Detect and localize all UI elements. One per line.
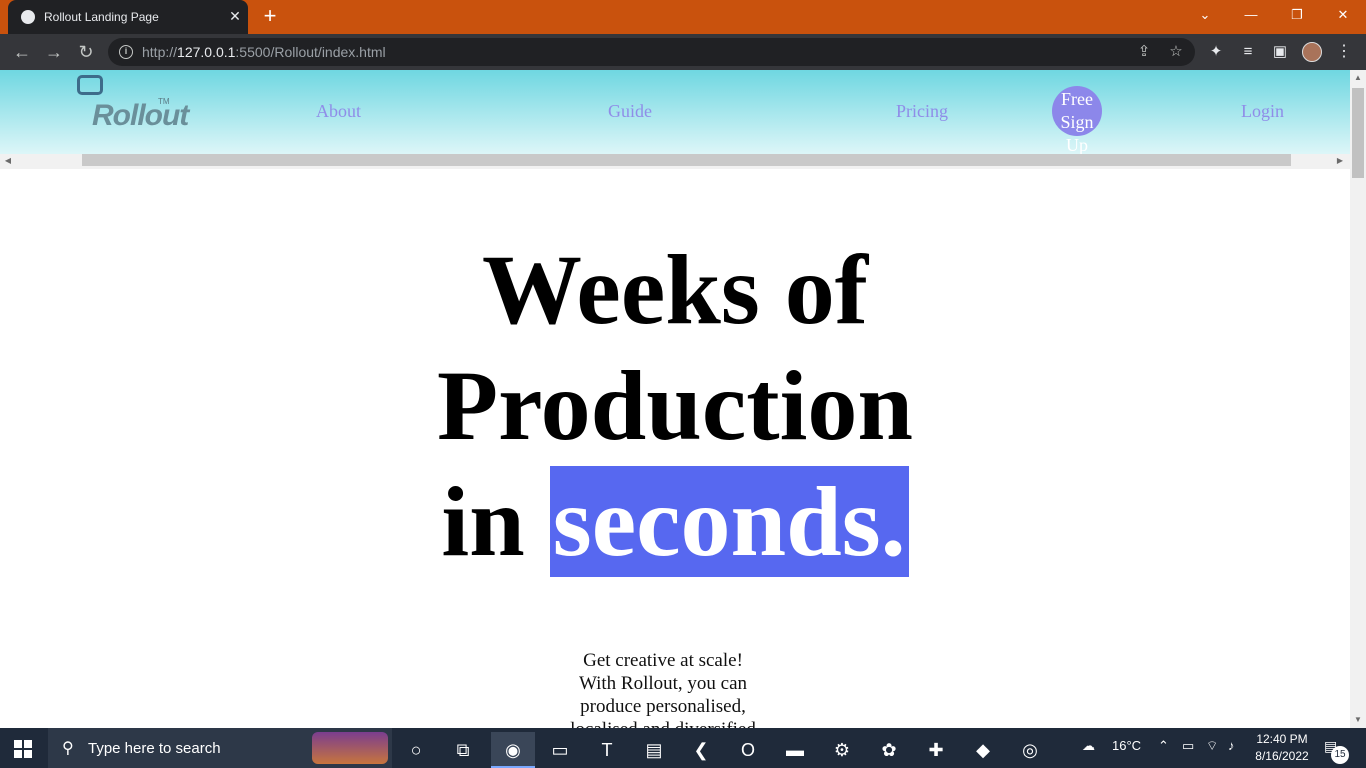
tab-search-dropdown-icon[interactable]: ⌄ xyxy=(1182,0,1228,30)
browser-toolbar: ← → ↻ i http://127.0.0.1:5500/Rollout/in… xyxy=(0,34,1366,70)
restore-button[interactable]: ❐ xyxy=(1274,0,1320,30)
nav-guide-link[interactable]: Guide xyxy=(608,101,652,122)
file-explorer-icon[interactable]: ▭ xyxy=(538,732,582,768)
windows-taskbar: ⚲ Type here to search ○ ⧉ ◉ ▭ T ▤ ❮ O ▬ … xyxy=(0,728,1366,768)
vertical-scroll-thumb[interactable] xyxy=(1352,88,1364,178)
hero-highlight: seconds. xyxy=(549,466,909,577)
hero-heading: Weeks of Production in seconds. xyxy=(0,232,1350,580)
profile-avatar[interactable] xyxy=(1302,42,1322,62)
forward-button[interactable]: → xyxy=(42,40,66,64)
new-tab-button[interactable]: + xyxy=(258,5,282,29)
search-icon: ⚲ xyxy=(62,740,74,757)
globe-icon xyxy=(21,10,35,24)
browser-tab-active[interactable]: Rollout Landing Page ✕ xyxy=(8,0,248,34)
weather-icon[interactable]: ☁ xyxy=(1082,738,1095,754)
wifi-icon[interactable]: ⌔ xyxy=(1206,738,1218,754)
hero-subtext: Get creative at scale! With Rollout, you… xyxy=(570,650,756,728)
page-viewport: Rollout TM About Guide Pricing Free Sign… xyxy=(0,70,1350,728)
xampp-icon[interactable]: ✿ xyxy=(867,732,911,768)
scroll-left-arrow-icon[interactable]: ◀ xyxy=(2,155,14,167)
scroll-up-arrow-icon[interactable]: ▲ xyxy=(1352,72,1364,84)
scroll-down-arrow-icon[interactable]: ▼ xyxy=(1352,714,1364,726)
nav-login-link[interactable]: Login xyxy=(1241,101,1284,122)
extensions-icon[interactable]: ✦ xyxy=(1204,40,1228,64)
search-placeholder: Type here to search xyxy=(88,740,221,757)
site-header: Rollout TM About Guide Pricing Free Sign… xyxy=(0,70,1350,157)
slack-icon[interactable]: ✚ xyxy=(914,732,958,768)
close-window-button[interactable]: ✕ xyxy=(1320,0,1366,30)
site-info-icon[interactable]: i xyxy=(119,45,133,59)
clock-date: 8/16/2022 xyxy=(1255,749,1309,763)
news-icon[interactable]: ▤ xyxy=(632,732,676,768)
tray-overflow-icon[interactable]: ⌃ xyxy=(1158,738,1169,754)
rollout-logo[interactable]: Rollout TM xyxy=(74,75,189,147)
windows-start-icon[interactable] xyxy=(14,740,32,758)
terminal-icon[interactable]: ▬ xyxy=(773,732,817,768)
hero-line-3: in seconds. xyxy=(0,464,1350,580)
cortana-icon[interactable]: ○ xyxy=(394,732,438,768)
logo-trademark: TM xyxy=(158,97,170,106)
battery-icon[interactable]: ▭ xyxy=(1182,738,1194,754)
notification-count-badge: 15 xyxy=(1331,746,1349,764)
scroll-right-arrow-icon[interactable]: ▶ xyxy=(1334,155,1346,167)
outlook-icon[interactable]: O xyxy=(726,732,770,768)
logo-mark-icon xyxy=(77,75,103,95)
vertical-scrollbar[interactable]: ▲ ▼ xyxy=(1350,70,1366,728)
hero-line-2: Production xyxy=(437,350,913,461)
minimize-button[interactable]: — xyxy=(1228,0,1274,30)
reload-button[interactable]: ↻ xyxy=(74,40,98,64)
tab-close-icon[interactable]: ✕ xyxy=(227,7,243,25)
system-clock[interactable]: 12:40 PM 8/16/2022 xyxy=(1244,731,1320,765)
vscode-icon[interactable]: ❮ xyxy=(679,732,723,768)
teams-icon[interactable]: T xyxy=(585,732,629,768)
virtualbox-icon[interactable]: ◆ xyxy=(961,732,1005,768)
chrome-taskbar-icon[interactable]: ◉ xyxy=(491,732,535,768)
media-control-icon[interactable]: ≡ xyxy=(1236,40,1260,64)
free-signup-label[interactable]: Free Sign Up xyxy=(1052,88,1102,157)
logo-text: Rollout xyxy=(92,99,189,132)
search-highlight-image[interactable] xyxy=(312,732,388,764)
url-text[interactable]: http://127.0.0.1:5500/Rollout/index.html xyxy=(142,44,386,60)
clock-time: 12:40 PM xyxy=(1256,732,1308,746)
volume-icon[interactable]: ♪ xyxy=(1228,738,1235,753)
hero-line-1: Weeks of xyxy=(481,234,869,345)
task-view-icon[interactable]: ⧉ xyxy=(441,732,485,768)
taskbar-search[interactable]: ⚲ Type here to search xyxy=(48,728,392,768)
screen-recorder-icon[interactable]: ◎ xyxy=(1008,732,1052,768)
nav-about-link[interactable]: About xyxy=(316,101,361,122)
back-button[interactable]: ← xyxy=(10,40,34,64)
side-panel-icon[interactable]: ▣ xyxy=(1268,40,1292,64)
nav-pricing-link[interactable]: Pricing xyxy=(896,101,948,122)
browser-titlebar: Rollout Landing Page ✕ + ⌄ — ❐ ✕ xyxy=(0,0,1366,34)
tab-title: Rollout Landing Page xyxy=(44,10,159,24)
bookmark-star-icon[interactable]: ☆ xyxy=(1166,42,1186,62)
address-bar[interactable]: i http://127.0.0.1:5500/Rollout/index.ht… xyxy=(108,38,1195,66)
browser-menu-icon[interactable]: ⋮ xyxy=(1336,40,1352,64)
horizontal-scroll-thumb[interactable] xyxy=(82,154,1291,166)
share-icon[interactable]: ⇪ xyxy=(1134,42,1154,62)
settings-gear-icon[interactable]: ⚙ xyxy=(820,732,864,768)
horizontal-scrollbar[interactable]: ◀ ▶ xyxy=(0,154,1350,169)
weather-temperature[interactable]: 16°C xyxy=(1112,738,1141,753)
